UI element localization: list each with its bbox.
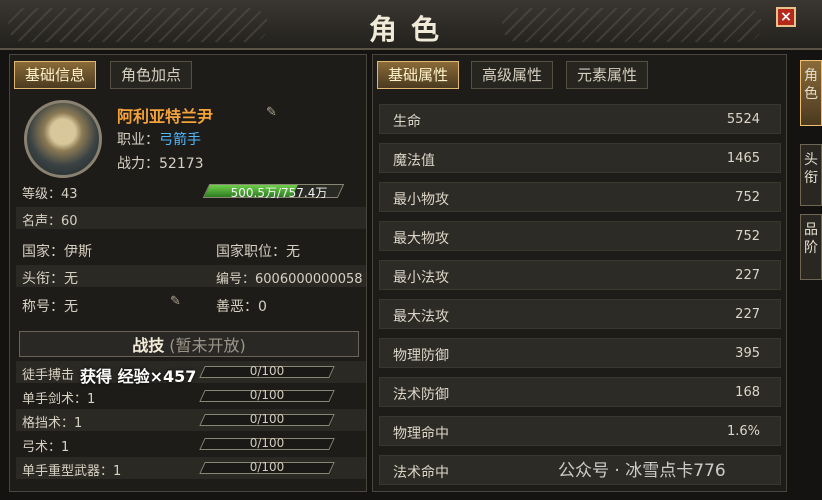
close-icon[interactable]: × xyxy=(776,7,796,27)
attribute-row: 物理命中 1.6% xyxy=(379,416,781,446)
fame: 名声：60 xyxy=(22,214,78,229)
skill-name: 单手剑术：1 xyxy=(22,392,96,407)
combat-power: 战力：52173 xyxy=(117,156,204,172)
attribute-value: 752 xyxy=(735,229,760,244)
side-tab-character[interactable]: 角色 xyxy=(800,60,822,126)
tab-basic-info[interactable]: 基础信息 xyxy=(14,61,97,89)
skill-name: 弓术：1 xyxy=(22,440,70,455)
basic-info-panel: 基础信息 角色加点 阿利亚特兰尹 ✎ 职业：弓箭手 战力：52173 等级：43… xyxy=(9,54,367,492)
window-title: 角色 xyxy=(368,13,453,46)
attribute-row: 最小法攻 227 xyxy=(379,260,781,290)
attributes-panel: 基础属性 高级属性 元素属性 生命 5524 魔法值 1465 最小物攻 752 最大… xyxy=(372,54,787,492)
watermark: 公众号 · 冰雪点卡776 xyxy=(558,461,726,481)
skill-row: 单手剑术：1 0/100 xyxy=(16,385,366,407)
skill-value: 0/100 xyxy=(249,412,285,426)
morality: 善恶：0 xyxy=(216,299,267,315)
attribute-value: 227 xyxy=(735,307,760,322)
attribute-name: 魔法值 xyxy=(393,153,435,169)
combat-skill-title: 战技 xyxy=(132,336,165,355)
tab-basic-attributes[interactable]: 基础属性 xyxy=(377,61,460,89)
job-label: 职业： xyxy=(117,132,159,148)
skill-value: 0/100 xyxy=(249,388,285,402)
attribute-row: 最大法攻 227 xyxy=(379,299,781,329)
country-post: 国家职位：无 xyxy=(216,244,300,260)
exp-gain-toast: 获得 经验×457 xyxy=(80,367,197,386)
skill-name: 徒手搏击 xyxy=(22,368,75,383)
skill-row: 格挡术：1 0/100 xyxy=(16,409,366,431)
exp-text: 500.5万/757.4万 xyxy=(230,186,328,200)
attribute-row: 物理防御 395 xyxy=(379,338,781,368)
headtitle: 头衔：无 xyxy=(22,271,78,287)
skill-row: 单手重型武器：1 0/100 xyxy=(16,457,366,479)
player-name: 阿利亚特兰尹 xyxy=(117,107,214,126)
attribute-row: 魔法值 1465 xyxy=(379,143,781,173)
country: 国家：伊斯 xyxy=(22,244,92,260)
combat-skill-header: 战技 (暂未开放) xyxy=(19,331,359,357)
avatar xyxy=(24,100,102,178)
attribute-name: 最小物攻 xyxy=(393,192,449,208)
title-bar: 角色 × xyxy=(0,0,822,50)
nickname: 称号：无 xyxy=(22,299,78,315)
player-number: 编号：6006000000058 xyxy=(216,272,363,287)
attribute-row: 法术防御 168 xyxy=(379,377,781,407)
level: 等级：43 xyxy=(22,187,78,202)
skill-name: 单手重型武器：1 xyxy=(22,464,122,479)
skill-value: 0/100 xyxy=(249,460,285,474)
job-line: 职业：弓箭手 xyxy=(117,129,201,149)
attribute-name: 物理防御 xyxy=(393,348,449,364)
attribute-name: 生命 xyxy=(393,114,421,130)
attribute-value: 395 xyxy=(735,346,760,361)
attribute-row: 最大物攻 752 xyxy=(379,221,781,251)
attribute-name: 最大物攻 xyxy=(393,231,449,247)
skill-row: 弓术：1 0/100 xyxy=(16,433,366,455)
combat-skill-subtitle: (暂未开放) xyxy=(169,336,246,355)
attribute-name: 物理命中 xyxy=(393,426,449,442)
attribute-row: 最小物攻 752 xyxy=(379,182,781,212)
attribute-value: 227 xyxy=(735,268,760,283)
attribute-name: 最小法攻 xyxy=(393,270,449,286)
side-tab-rank[interactable]: 品阶 xyxy=(800,214,822,280)
attribute-name: 法术防御 xyxy=(393,387,449,403)
attribute-value: 1.6% xyxy=(726,424,760,439)
attribute-name: 最大法攻 xyxy=(393,309,449,325)
skill-value: 0/100 xyxy=(249,364,285,378)
quill-icon[interactable]: ✎ xyxy=(266,105,284,121)
tab-element-attributes[interactable]: 元素属性 xyxy=(566,61,649,89)
side-tab-headtitle[interactable]: 头衔 xyxy=(800,144,822,206)
quill-icon[interactable]: ✎ xyxy=(170,294,188,310)
tab-advanced-attributes[interactable]: 高级属性 xyxy=(471,61,554,89)
skill-value: 0/100 xyxy=(249,436,285,450)
attribute-value: 1465 xyxy=(726,151,760,166)
attribute-value: 168 xyxy=(735,385,760,400)
attribute-value: 752 xyxy=(735,190,760,205)
attribute-name: 法术命中 xyxy=(393,465,449,481)
skill-name: 格挡术：1 xyxy=(22,416,83,431)
attribute-value: 5524 xyxy=(726,112,760,127)
job-value: 弓箭手 xyxy=(159,132,201,148)
attribute-row: 生命 5524 xyxy=(379,104,781,134)
tab-attribute-points[interactable]: 角色加点 xyxy=(110,61,193,89)
